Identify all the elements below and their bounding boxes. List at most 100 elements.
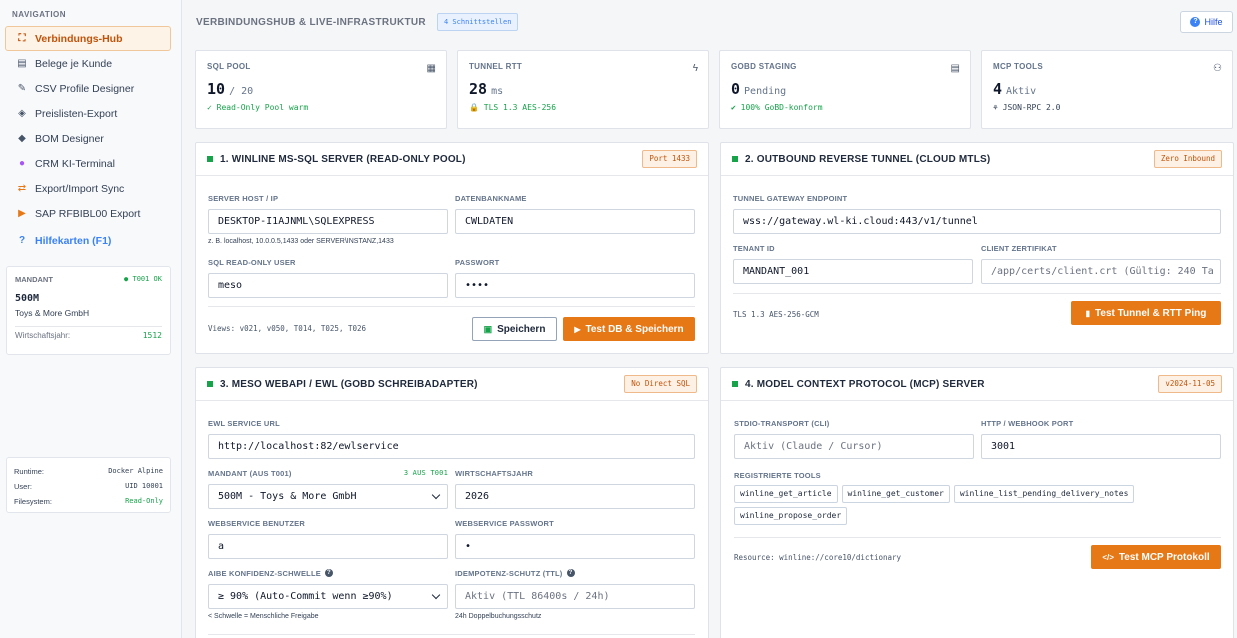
stat-sub: ✔ 100% GoBD-konform (731, 103, 823, 112)
test-mcp-button[interactable]: </> Test MCP Protokoll (1091, 545, 1221, 569)
confidence-select[interactable]: ≥ 90% (Auto-Commit wenn ≥90%) (208, 584, 448, 609)
field-label: SERVER HOST / IP (208, 193, 279, 203)
nav-item-verbindungs-hub[interactable]: ⛶ Verbindungs-Hub (5, 26, 171, 51)
test-db-button[interactable]: ▶ Test DB & Speichern (563, 317, 695, 341)
card-title: 3. MESO WEBAPI / EWL (GOBD SCHREIBADAPTE… (207, 379, 478, 390)
mcp-card: 4. MODEL CONTEXT PROTOCOL (MCP) SERVER v2… (720, 367, 1234, 638)
button-label: Test DB & Speichern (585, 323, 684, 335)
field-label: TUNNEL GATEWAY ENDPOINT (733, 193, 848, 203)
stdio-field: STDIO-TRANSPORT (CLI) Aktiv (Claude / Cu… (734, 418, 974, 459)
nav-item-csv-profile[interactable]: ✎ CSV Profile Designer (5, 76, 171, 101)
question-circle-icon: ? (18, 235, 26, 246)
save-icon: ▣ (483, 323, 493, 334)
tunnel-card: 2. OUTBOUND REVERSE TUNNEL (CLOUD MTLS) Z… (720, 142, 1234, 354)
tags-icon: ◈ (18, 108, 26, 119)
endpoint-input[interactable]: wss://gateway.wl-ki.cloud:443/v1/tunnel (733, 209, 1221, 234)
play-icon: ▶ (574, 324, 581, 334)
sidebar: NAVIGATION ⛶ Verbindungs-Hub ▤ Belege je K… (0, 0, 182, 638)
nav-item-label: Verbindungs-Hub (35, 32, 123, 45)
ewl-url-input[interactable]: http://localhost:82/ewlservice (208, 434, 695, 459)
mandant-select[interactable]: 500M - Toys & More GmbH (208, 484, 448, 509)
mandant-code: 500M (15, 293, 40, 304)
nav-item-bom[interactable]: ◆ BOM Designer (5, 126, 171, 151)
mandant-card: MANDANT ● T001 OK 500M Toys & More GmbH W… (6, 266, 171, 355)
stat-label: MCP TOOLS (993, 62, 1043, 71)
port-tag: Port 1433 (642, 150, 697, 168)
user-value: UID 10001 (125, 482, 163, 490)
nav-list: ⛶ Verbindungs-Hub ▤ Belege je Kunde ✎ CSV P… (5, 26, 171, 253)
tool-chip: winline_get_customer (841, 485, 950, 503)
question-circle-icon: ? (1190, 17, 1201, 27)
tenant-input[interactable]: MANDANT_001 (733, 259, 973, 284)
port-input[interactable]: 3001 (981, 434, 1221, 459)
field-label: CLIENT ZERTIFIKAT (981, 243, 1057, 253)
field-label: WEBSERVICE PASSWORT (455, 518, 554, 528)
password-input[interactable]: •••• (455, 273, 695, 298)
stdio-input[interactable]: Aktiv (Claude / Cursor) (734, 434, 974, 459)
stat-label: TUNNEL RTT (469, 62, 523, 71)
year-label: Wirtschaftsjahr: (15, 331, 71, 340)
field-hint: 24h Doppelbuchungsschutz (455, 613, 542, 620)
field-label: MANDANT (AUS T001) 3 AUS T001 (208, 468, 448, 478)
confidence-field: AIBE KONFIDENZ-SCHWELLE? ≥ 90% (Auto-Com… (208, 568, 448, 620)
nav-item-label: Export/Import Sync (35, 182, 125, 195)
mandant-status: ● T001 OK (124, 275, 162, 283)
question-icon[interactable]: ? (566, 569, 575, 577)
field-label: PASSWORT (455, 257, 500, 267)
password-field: PASSWORT •••• (455, 257, 695, 298)
nav-item-label: CRM KI-Terminal (35, 157, 115, 170)
cert-input[interactable]: /app/certs/client.crt (Gültig: 240 Ta (981, 259, 1221, 284)
cubes-icon: ◆ (18, 133, 26, 144)
host-input[interactable]: DESKTOP-I1AJNML\SQLEXPRESS (208, 209, 448, 234)
nav-item-sap[interactable]: ▶ SAP RFBIBL00 Export (5, 201, 171, 226)
tool-chip: winline_get_article (734, 485, 838, 503)
mandant-heading: MANDANT (15, 275, 53, 284)
db-field: DATENBANKNAME CWLDATEN (455, 193, 695, 234)
divider (208, 634, 695, 635)
tls-text: TLS 1.3 AES-256-GCM (733, 310, 819, 319)
mandant-count: 3 AUS T001 (403, 469, 448, 477)
stat-value: 28 (469, 80, 488, 98)
stat-label: GOBD STAGING (731, 62, 797, 71)
nav-item-preislisten[interactable]: ◈ Preislisten-Export (5, 101, 171, 126)
test-tunnel-button[interactable]: ▮ Test Tunnel & RTT Ping (1071, 301, 1221, 325)
stat-unit: Pending (744, 86, 787, 97)
idempotency-input[interactable]: Aktiv (TTL 86400s / 24h) (455, 584, 695, 609)
status-indicator (732, 381, 738, 387)
card-title: 1. WINLINE MS-SQL SERVER (READ-ONLY POOL… (207, 154, 466, 165)
field-label: AIBE KONFIDENZ-SCHWELLE? (208, 568, 448, 578)
code-icon: </> (1102, 552, 1114, 562)
year-value: 1512 (142, 331, 162, 340)
ws-password-input[interactable]: • (455, 534, 695, 559)
divider (734, 537, 1221, 538)
nav-item-crm[interactable]: ● CRM KI-Terminal (5, 151, 171, 176)
question-icon[interactable]: ? (324, 569, 333, 577)
host-field: SERVER HOST / IP DESKTOP-I1AJNML\SQLEXPR… (208, 193, 448, 245)
nav-item-help[interactable]: ? Hilfekarten (F1) (5, 228, 171, 253)
tool-chip: winline_propose_order (734, 507, 848, 525)
field-label: WIRTSCHAFTSJAHR (455, 468, 533, 478)
file-icon: ▤ (950, 63, 960, 74)
runtime-value: Docker Alpine (108, 467, 163, 475)
nav-item-sync[interactable]: ⇄ Export/Import Sync (5, 176, 171, 201)
db-input[interactable]: CWLDATEN (455, 209, 695, 234)
user-field: SQL READ-ONLY USER meso (208, 257, 448, 298)
help-button[interactable]: ? Hilfe (1180, 11, 1233, 33)
bolt-icon: ϟ (692, 63, 698, 74)
wj-input[interactable]: 2026 (455, 484, 695, 509)
ws-user-input[interactable]: a (208, 534, 448, 559)
field-hint: z. B. localhost, 10.0.0.5,1433 oder SERV… (208, 238, 394, 245)
user-input[interactable]: meso (208, 273, 448, 298)
runtime-info: Runtime: Docker Alpine User: UID 10001 Fil… (6, 457, 171, 513)
filesystem-value: Read-Only (125, 497, 163, 505)
stat-value: 0 (731, 80, 741, 98)
tenant-field: TENANT ID MANDANT_001 (733, 243, 973, 284)
sql-server-card: 1. WINLINE MS-SQL SERVER (READ-ONLY POOL… (195, 142, 709, 354)
stat-gobd-staging: GOBD STAGING ▤ 0 Pending ✔ 100% GoBD-konf… (719, 50, 971, 129)
save-button[interactable]: ▣ Speichern (472, 317, 557, 341)
field-label: DATENBANKNAME (455, 193, 527, 203)
version-tag: v2024-11-05 (1158, 375, 1222, 393)
nav-item-belege[interactable]: ▤ Belege je Kunde (5, 51, 171, 76)
tool-chip: winline_list_pending_delivery_notes (953, 485, 1135, 503)
nav-item-label: Preislisten-Export (35, 107, 118, 120)
